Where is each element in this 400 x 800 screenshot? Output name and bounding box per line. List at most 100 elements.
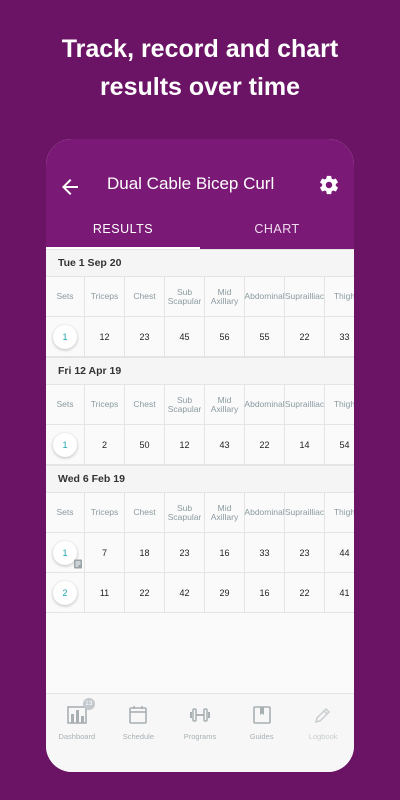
column-header: Chest (125, 277, 165, 316)
session-date: Tue 1 Sep 20 (46, 249, 354, 276)
value-cell: 55 (245, 317, 285, 356)
dumbbell-icon (189, 704, 211, 726)
calendar-icon (127, 704, 149, 726)
results-grid: Sets Triceps Chest Sub Scapular Mid Axillary Ab… (46, 492, 354, 612)
column-header: Mid Axillary (205, 493, 245, 532)
phone-screen: Dual Cable Bicep Curl RESULTS CHART Tue … (46, 139, 354, 772)
header-row: Sets Triceps Chest Sub Scapular Mid Axillary Ab… (46, 276, 354, 316)
results-list[interactable]: Tue 1 Sep 20 Sets Triceps Chest Sub Scapular M… (46, 249, 354, 693)
set-cell: 1 (46, 425, 85, 464)
value-cell: 22 (125, 573, 165, 612)
bar-chart-icon: 13 (66, 698, 95, 726)
value-cell: 29 (205, 573, 245, 612)
column-header-sets: Sets (46, 493, 85, 532)
tab-results[interactable]: RESULTS (46, 211, 200, 249)
nav-label: Dashboard (58, 732, 96, 741)
value-cell: 33 (325, 317, 354, 356)
value-cell: 14 (285, 425, 325, 464)
value-cell: 7 (85, 533, 125, 572)
column-header: Suprailliac (285, 385, 325, 424)
value-cell: 12 (85, 317, 125, 356)
set-number-button[interactable]: 1 (53, 432, 77, 457)
value-cell: 11 (85, 573, 125, 612)
value-cell: 22 (245, 425, 285, 464)
results-grid: Sets Triceps Chest Sub Scapular Mid Axillary Ab… (46, 384, 354, 464)
nav-label: Programs (183, 732, 217, 741)
table-row: 1 7 18 23 16 33 23 44 (46, 532, 354, 572)
column-header: Suprailliac (285, 493, 325, 532)
value-cell: 22 (285, 317, 325, 356)
gear-icon[interactable] (318, 174, 340, 196)
value-cell: 44 (325, 533, 354, 572)
value-cell: 2 (85, 425, 125, 464)
nav-label: Guides (249, 732, 274, 741)
value-cell: 45 (165, 317, 205, 356)
column-header: Chest (125, 385, 165, 424)
table-row: 1 12 23 45 56 55 22 33 (46, 316, 354, 356)
results-grid: Sets Triceps Chest Sub Scapular Mid Axillary Ab… (46, 276, 354, 356)
value-cell: 23 (285, 533, 325, 572)
column-header: Mid Axillary (205, 385, 245, 424)
value-cell: 22 (285, 573, 325, 612)
nav-label: Schedule (122, 732, 155, 741)
column-header: Triceps (85, 385, 125, 424)
column-header: Abdominal (244, 277, 285, 316)
column-header: Abdominal (244, 385, 285, 424)
session-block: Wed 6 Feb 19 Sets Triceps Chest Sub Scapular M… (46, 465, 354, 613)
headline-line-2: results over time (99, 73, 301, 101)
value-cell: 56 (205, 317, 245, 356)
session-date: Fri 12 Apr 19 (46, 357, 354, 384)
pencil-icon (312, 704, 334, 726)
set-number-button[interactable]: 2 (53, 580, 77, 605)
tab-chart[interactable]: CHART (200, 211, 354, 249)
set-number-button[interactable]: 1 (53, 324, 77, 349)
column-header: Mid Axillary (205, 277, 245, 316)
session-block: Fri 12 Apr 19 Sets Triceps Chest Sub Scapular… (46, 357, 354, 465)
value-cell: 43 (205, 425, 245, 464)
column-header: Thigh (325, 385, 354, 424)
header-row: Sets Triceps Chest Sub Scapular Mid Axillary Ab… (46, 384, 354, 424)
set-number-button[interactable]: 1 (53, 540, 82, 568)
value-cell: 12 (165, 425, 205, 464)
value-cell: 50 (125, 425, 165, 464)
column-header-sets: Sets (46, 277, 85, 316)
value-cell: 54 (325, 425, 354, 464)
nav-item-schedule[interactable]: Schedule (108, 694, 170, 772)
column-header-sets: Sets (46, 385, 85, 424)
value-cell: 41 (325, 573, 354, 612)
page-title: Dual Cable Bicep Curl (107, 174, 275, 193)
column-header: Chest (125, 493, 165, 532)
column-header: Abdominal (244, 493, 285, 532)
value-cell: 16 (245, 573, 285, 612)
session-date: Wed 6 Feb 19 (46, 465, 354, 492)
nav-item-dashboard[interactable]: 13 Dashboard (46, 694, 108, 772)
value-cell: 18 (125, 533, 165, 572)
session-block: Tue 1 Sep 20 Sets Triceps Chest Sub Scapular M… (46, 249, 354, 357)
value-cell: 23 (125, 317, 165, 356)
set-cell: 2 (46, 573, 85, 612)
app-bar: Dual Cable Bicep Curl RESULTS CHART (46, 139, 354, 249)
value-cell: 23 (165, 533, 205, 572)
value-cell: 16 (205, 533, 245, 572)
headline-line-1: Track, record and chart (61, 35, 339, 63)
column-header: Sub Scapular (165, 385, 205, 424)
promo-headline: Track, record and chart results over tim… (0, 30, 400, 106)
column-header: Thigh (325, 277, 354, 316)
nav-item-programs[interactable]: Programs (169, 694, 231, 772)
nav-label: Logbook (308, 732, 338, 741)
nav-item-logbook[interactable]: Logbook (292, 694, 354, 772)
back-arrow-icon[interactable] (58, 175, 82, 199)
value-cell: 42 (165, 573, 205, 612)
column-header: Triceps (85, 277, 125, 316)
bookmark-book-icon (251, 704, 273, 726)
value-cell: 33 (245, 533, 285, 572)
table-row: 2 11 22 42 29 16 22 41 (46, 572, 354, 612)
table-row: 1 2 50 12 43 22 14 54 (46, 424, 354, 464)
nav-item-guides[interactable]: Guides (231, 694, 293, 772)
set-cell: 1 (46, 533, 85, 572)
note-icon (74, 559, 82, 568)
column-header: Sub Scapular (165, 493, 205, 532)
column-header: Triceps (85, 493, 125, 532)
set-cell: 1 (46, 317, 85, 356)
column-header: Sub Scapular (165, 277, 205, 316)
